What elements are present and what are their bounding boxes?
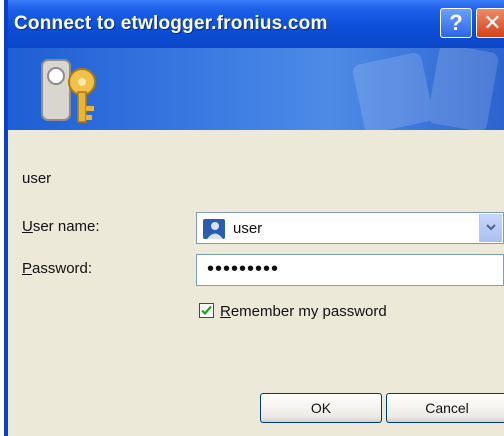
username-value: user (233, 220, 263, 237)
password-label-accel: P (22, 260, 33, 277)
remember-label-rest: emember my password (230, 303, 387, 320)
password-field[interactable]: ••••••••• (196, 254, 504, 286)
user-account-icon (203, 219, 225, 239)
realm-text: user (22, 170, 52, 187)
title-bar[interactable]: Connect to etwlogger.fronius.com ? ✕ (8, 0, 504, 48)
username-label-rest: ser name: (32, 218, 100, 235)
username-combobox[interactable]: user (196, 212, 504, 244)
username-label-accel: U (22, 218, 33, 235)
remember-password-checkbox[interactable] (199, 303, 214, 318)
remember-password-label[interactable]: Remember my password (220, 303, 387, 320)
chevron-down-icon (486, 224, 496, 231)
keys-icon (41, 59, 96, 123)
password-value: ••••••••• (207, 258, 280, 280)
password-label: Password: (22, 260, 92, 277)
close-button[interactable]: ✕ (476, 8, 504, 38)
dialog-body: user User name: user Password: ••••••••• (8, 130, 504, 436)
username-dropdown-button[interactable] (479, 214, 502, 242)
ok-button[interactable]: OK (260, 393, 382, 423)
help-icon: ? (449, 10, 463, 35)
help-button[interactable]: ? (440, 8, 472, 38)
remember-label-accel: R (220, 303, 231, 320)
close-icon: ✕ (483, 10, 502, 35)
window-title: Connect to etwlogger.fronius.com (14, 13, 328, 34)
banner-watermark-icon (352, 48, 499, 130)
login-dialog: Connect to etwlogger.fronius.com ? ✕ use… (4, 0, 504, 436)
header-banner (8, 48, 504, 130)
password-label-rest: assword: (32, 260, 93, 277)
username-label: User name: (22, 218, 100, 235)
checkmark-icon (201, 305, 212, 316)
cancel-button[interactable]: Cancel (386, 393, 504, 423)
